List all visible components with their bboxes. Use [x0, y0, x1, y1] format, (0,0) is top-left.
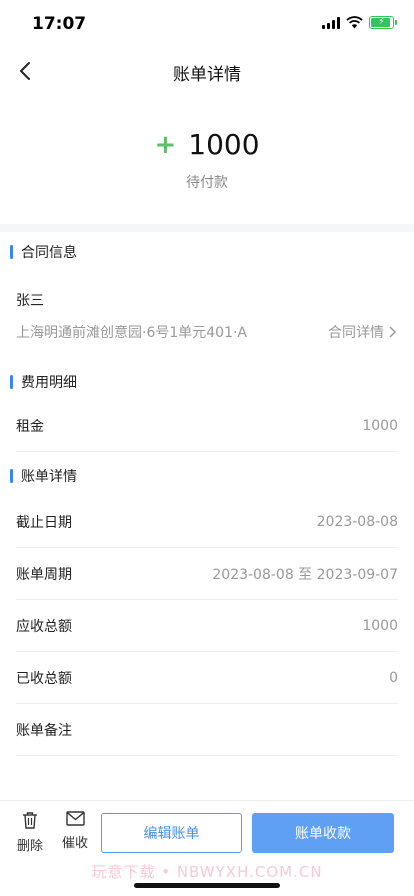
amount-line: + 1000	[0, 128, 414, 161]
row-value: 2023-08-08	[316, 513, 398, 530]
watermark: 玩意下载 • NBWYXH.COM.CN	[91, 863, 323, 881]
row-label: 已收总额	[16, 670, 72, 687]
fee-value: 1000	[362, 417, 398, 434]
trash-icon	[23, 812, 37, 829]
section-fee-detail: 费用明细	[10, 372, 77, 392]
collect-payment-button[interactable]: 账单收款	[252, 813, 394, 853]
status-time: 17:07	[32, 14, 87, 34]
envelope-icon	[65, 811, 85, 826]
section-marker	[10, 375, 13, 389]
remind-label: 催收	[61, 836, 88, 851]
property-address: 上海明通前滩创意园·6号1单元401·A	[16, 325, 248, 341]
contract-detail-link[interactable]: 合同详情	[328, 322, 396, 342]
section-title: 账单详情	[21, 469, 77, 485]
row-value: 1000	[362, 617, 398, 634]
section-title: 合同信息	[21, 245, 77, 261]
chevron-right-icon	[389, 326, 396, 338]
tenant-name: 张三	[16, 293, 44, 309]
delete-label: 删除	[16, 839, 43, 854]
detail-row-due-date: 截止日期 2023-08-08	[16, 496, 398, 548]
detail-row-period: 账单周期 2023-08-08 至 2023-09-07	[16, 548, 398, 600]
delete-button[interactable]: 删除	[12, 811, 48, 854]
status-icons: ⚡	[322, 16, 397, 29]
section-contract-info: 合同信息	[10, 242, 77, 262]
signal-icon	[322, 16, 340, 29]
section-title: 费用明细	[21, 375, 77, 391]
battery-icon: ⚡	[369, 16, 397, 29]
section-marker	[10, 245, 13, 259]
section-marker	[10, 469, 13, 483]
bill-content: 合同信息 张三 上海明通前滩创意园·6号1单元401·A 合同详情 费用明细 租…	[0, 232, 414, 800]
row-label: 应收总额	[16, 618, 72, 635]
amount-summary: + 1000 待付款	[0, 94, 414, 224]
detail-row-remark: 账单备注	[16, 704, 398, 756]
row-label: 账单周期	[16, 566, 72, 583]
home-indicator	[134, 883, 280, 888]
row-label: 账单备注	[16, 722, 72, 739]
detail-row-receivable: 应收总额 1000	[16, 600, 398, 652]
amount-value: 1000	[188, 128, 260, 161]
amount-sign: +	[154, 129, 177, 160]
row-value: 0	[389, 669, 398, 686]
page-title: 账单详情	[173, 65, 241, 85]
row-value: 2023-08-08 至 2023-09-07	[212, 566, 398, 583]
contract-detail-label: 合同详情	[328, 325, 384, 341]
section-bill-detail: 账单详情	[10, 466, 77, 486]
status-bar: 17:07 ⚡	[0, 0, 414, 48]
fee-row-rent: 租金 1000	[16, 400, 398, 452]
edit-bill-button[interactable]: 编辑账单	[101, 813, 242, 853]
payment-status: 待付款	[186, 175, 228, 191]
detail-row-received: 已收总额 0	[16, 652, 398, 704]
nav-bar: 账单详情	[0, 48, 414, 94]
remind-button[interactable]: 催收	[57, 811, 93, 851]
row-label: 截止日期	[16, 514, 72, 531]
wifi-icon	[346, 16, 363, 29]
fee-label: 租金	[16, 418, 44, 435]
bottom-action-bar: 删除 催收 编辑账单 账单收款 玩意下载 • NBWYXH.COM.CN	[0, 800, 414, 896]
